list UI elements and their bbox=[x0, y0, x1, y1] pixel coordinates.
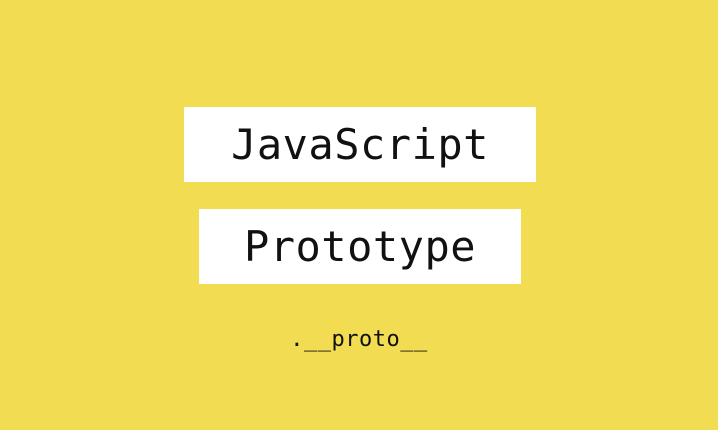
subtitle: .__proto__ bbox=[290, 327, 428, 352]
title-line-1: JavaScript bbox=[184, 107, 536, 182]
banner-card: JavaScript Prototype .__proto__ bbox=[0, 0, 718, 430]
title-line-2: Prototype bbox=[199, 209, 521, 284]
title-line-1-text: JavaScript bbox=[231, 120, 489, 169]
title-line-2-text: Prototype bbox=[243, 222, 477, 271]
